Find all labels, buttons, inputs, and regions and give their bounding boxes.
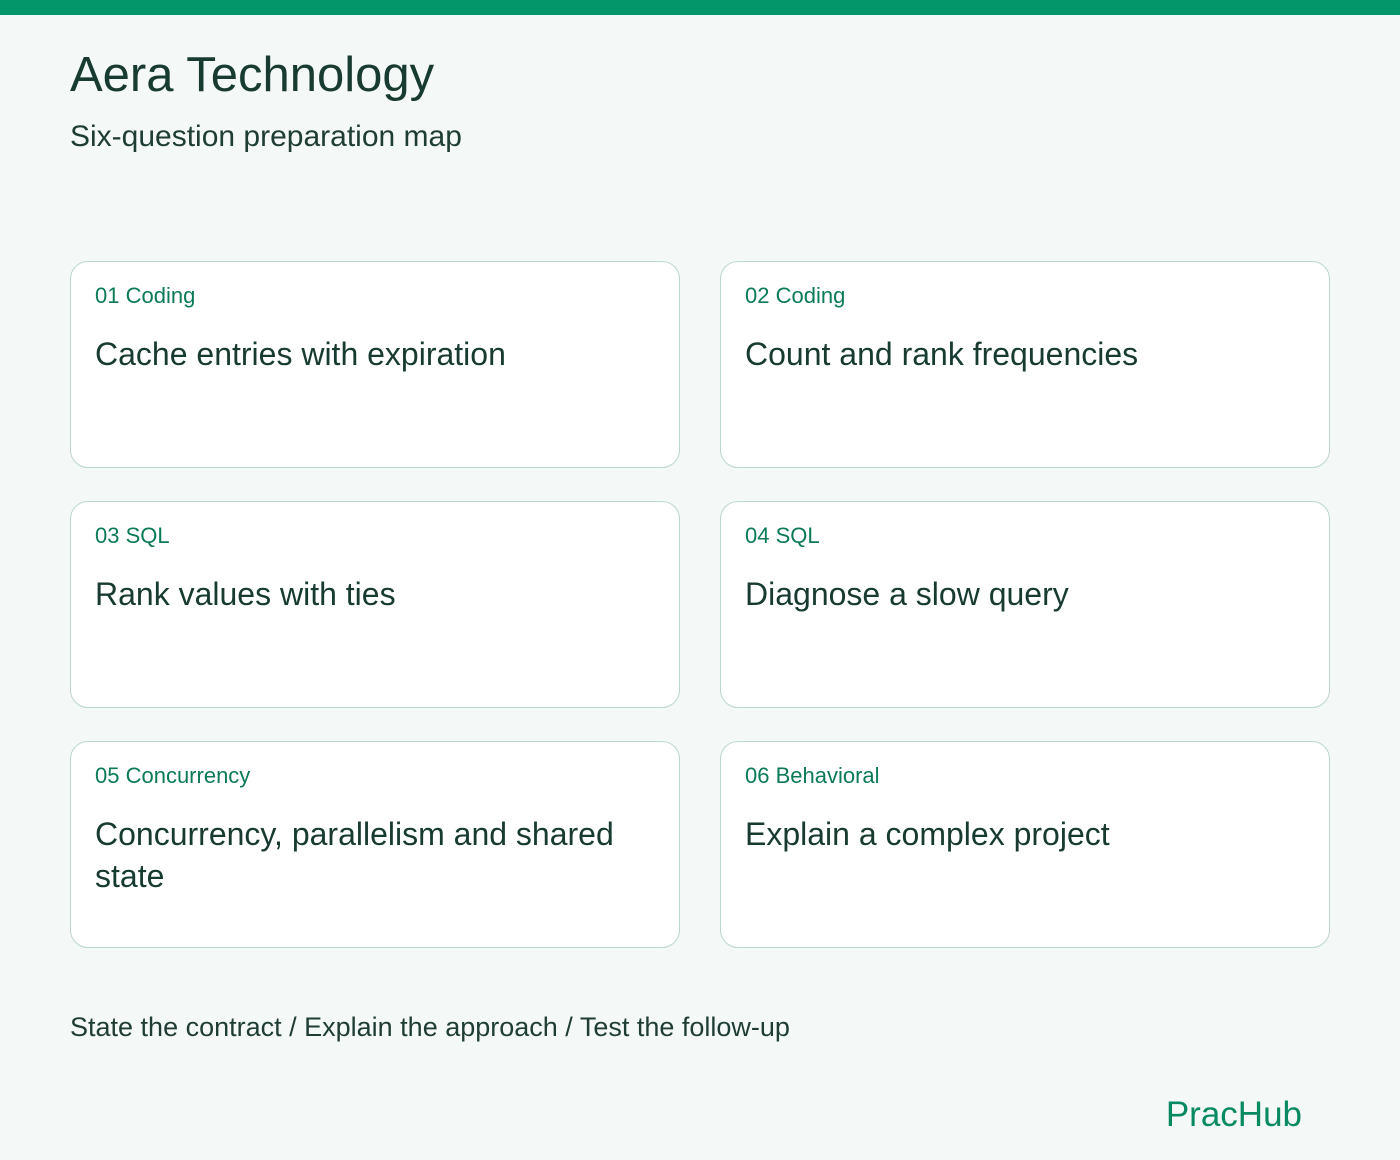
top-accent-bar (0, 0, 1400, 15)
preparation-steps: State the contract / Explain the approac… (70, 1012, 790, 1042)
brand-logo-text: PracHub (1165, 1095, 1302, 1134)
card-title: Rank values with ties (95, 576, 396, 612)
card-tag: 06 Behavioral (745, 763, 880, 788)
question-card-3[interactable]: 03 SQL Rank values with ties (70, 501, 680, 708)
page-subtitle: Six-question preparation map (70, 120, 462, 153)
question-card-5[interactable]: 05 Concurrency Concurrency, parallelism … (70, 741, 680, 948)
card-tag: 04 SQL (745, 523, 820, 548)
card-title: Concurrency, parallelism and shared stat… (95, 816, 614, 894)
card-tag: 02 Coding (745, 283, 846, 308)
question-card-1[interactable]: 01 Coding Cache entries with expiration (70, 261, 680, 468)
question-card-4[interactable]: 04 SQL Diagnose a slow query (720, 501, 1330, 708)
card-title: Cache entries with expiration (95, 336, 506, 372)
page-title: Aera Technology (70, 48, 435, 102)
card-title: Explain a complex project (745, 816, 1110, 852)
card-tag: 03 SQL (95, 523, 170, 548)
card-title: Diagnose a slow query (745, 576, 1069, 612)
question-card-2[interactable]: 02 Coding Count and rank frequencies (720, 261, 1330, 468)
card-title: Count and rank frequencies (745, 336, 1139, 372)
card-tag: 01 Coding (95, 283, 196, 308)
card-tag: 05 Concurrency (95, 763, 251, 788)
question-card-grid: 01 Coding Cache entries with expiration … (70, 261, 1330, 948)
question-card-6[interactable]: 06 Behavioral Explain a complex project (720, 741, 1330, 948)
